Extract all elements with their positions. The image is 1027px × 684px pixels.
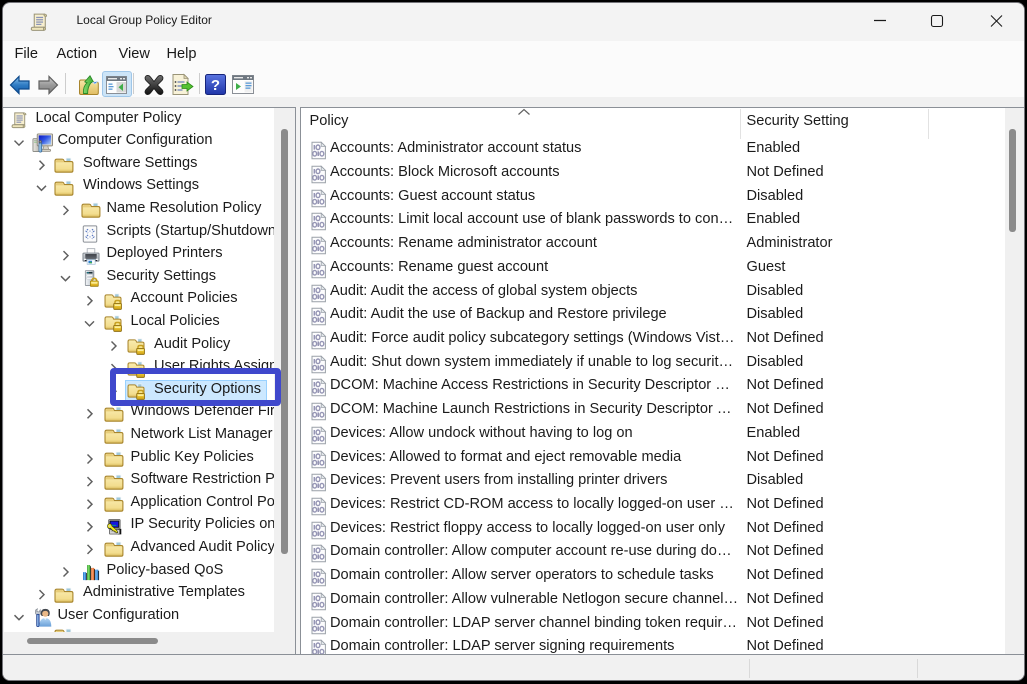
svg-text:?: ? (211, 77, 220, 94)
